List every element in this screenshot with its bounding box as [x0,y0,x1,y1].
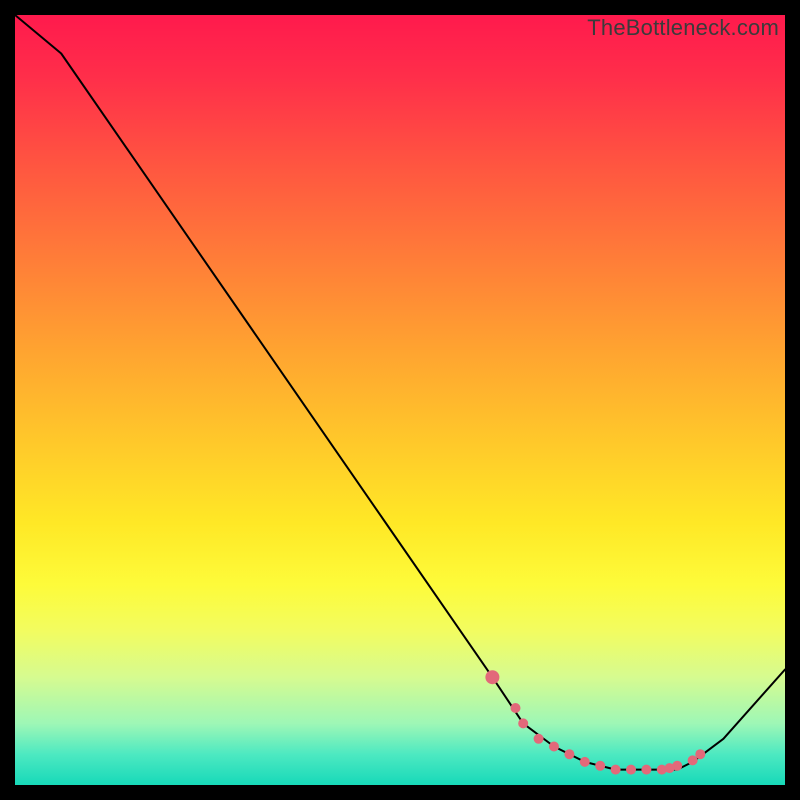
marker-dot [534,734,544,744]
marker-dot [595,761,605,771]
optimal-range-markers [485,670,705,774]
marker-dot [549,742,559,752]
marker-dot [695,749,705,759]
marker-dot [485,670,499,684]
chart-plot-area: TheBottleneck.com [15,15,785,785]
marker-dot [511,703,521,713]
marker-dot [672,761,682,771]
marker-dot [564,749,574,759]
marker-dot [611,765,621,775]
marker-dot [626,765,636,775]
chart-svg [15,15,785,785]
marker-dot [580,757,590,767]
chart-frame: TheBottleneck.com [0,0,800,800]
watermark-label: TheBottleneck.com [587,15,779,41]
marker-dot [641,765,651,775]
marker-dot [518,718,528,728]
bottleneck-curve-line [15,15,785,770]
